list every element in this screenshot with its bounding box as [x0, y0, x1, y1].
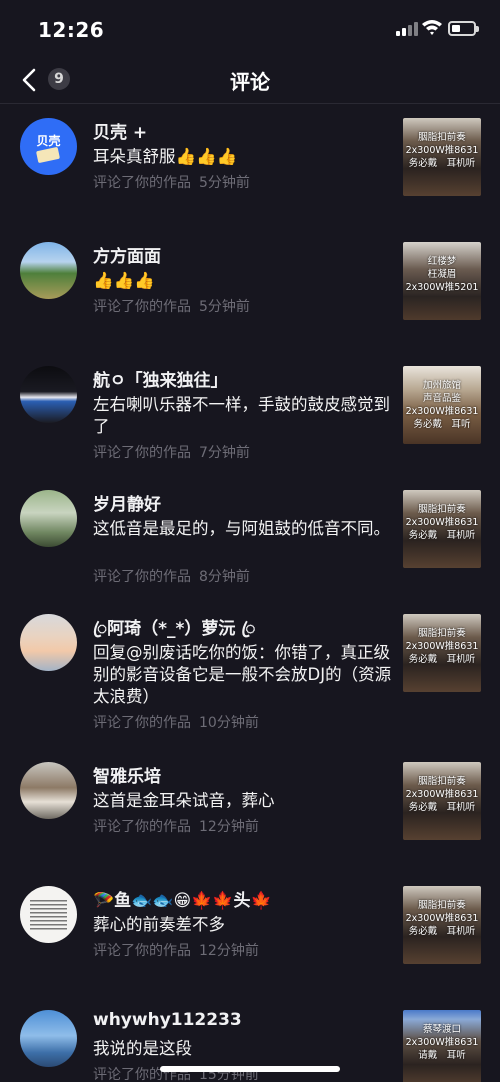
- comments-screen: 12:26 9 评论 贝壳 贝壳 + 耳朵真舒服👍👍👍 评论了你的作品 5分钟前…: [0, 0, 500, 1082]
- status-time: 12:26: [38, 18, 105, 42]
- comment-username[interactable]: 航ㅇ「独来独往」: [93, 366, 393, 391]
- comment-action: 评论了你的作品: [93, 943, 191, 959]
- header-bar: 9 评论: [0, 58, 500, 104]
- thumbnail-caption: 加州旅馆: [422, 380, 461, 391]
- battery-icon: [448, 21, 479, 36]
- thumbnail-caption: 务必戴 耳机听: [408, 926, 476, 937]
- page-title: 评论: [230, 70, 270, 94]
- comment-item[interactable]: 🪂鱼🐟🐟😁🍁🍁头🍁 葬心的前奏差不多 评论了你的作品 12分钟前 胭脂扣前奏 2x…: [0, 880, 500, 1004]
- video-thumbnail[interactable]: 胭脂扣前奏 2x300W推8631 务必戴 耳机听: [403, 118, 481, 196]
- avatar[interactable]: [20, 762, 77, 819]
- comment-text: 回复@别废话吃你的饭：你错了，真正级别的影音设备它是一般不会放DJ的（资源太浪费…: [93, 643, 392, 706]
- comment-time: 10分钟前: [199, 715, 259, 731]
- thumbnail-caption: 胭脂扣前奏: [418, 776, 466, 787]
- thumbnail-caption: 胭脂扣前奏: [418, 132, 466, 143]
- video-thumbnail[interactable]: 胭脂扣前奏 2x300W推8631 务必戴 耳机听: [403, 762, 481, 840]
- comment-username[interactable]: 贝壳 +: [93, 118, 393, 143]
- comment-time: 5分钟前: [199, 299, 250, 315]
- video-thumbnail[interactable]: 胭脂扣前奏 2x300W推8631 务必戴 耳机听: [403, 886, 481, 964]
- comment-time: 12分钟前: [199, 819, 259, 835]
- thumbnail-caption: 务必戴 耳机听: [408, 158, 476, 169]
- comment-meta: 评论了你的作品 5分钟前: [93, 296, 250, 316]
- avatar[interactable]: [20, 1010, 77, 1067]
- thumbnail-caption: 2x300W推8631: [405, 789, 479, 800]
- cellular-signal-icon: [396, 22, 418, 36]
- comment-time: 12分钟前: [199, 943, 259, 959]
- thumbnail-caption: 胭脂扣前奏: [418, 504, 466, 515]
- thumbnail-caption: 2x300W推8631: [405, 913, 479, 924]
- comment-username[interactable]: whywhy112233: [93, 1010, 393, 1030]
- status-bar: 12:26: [0, 0, 500, 60]
- video-thumbnail[interactable]: 加州旅馆 声音品鉴 2x300W推8631 务必戴 耳听: [403, 366, 481, 444]
- avatar[interactable]: [20, 366, 77, 423]
- video-thumbnail[interactable]: 胭脂扣前奏 2x300W推8631 务必戴 耳机听: [403, 614, 481, 692]
- avatar[interactable]: [20, 490, 77, 547]
- wifi-icon: [422, 20, 442, 35]
- comment-item[interactable]: 航ㅇ「独来独往」 左右喇叭乐器不一样，手鼓的鼓皮感觉到了 评论了你的作品 7分钟前…: [0, 360, 500, 484]
- thumbnail-caption: 枉凝眉: [427, 269, 457, 280]
- comment-text: 这低音是最足的，与阿姐鼓的低音不同。: [93, 519, 390, 538]
- thumbnail-caption: 胭脂扣前奏: [418, 900, 466, 911]
- comment-item[interactable]: 方方面面 👍👍👍 评论了你的作品 5分钟前 红楼梦 枉凝眉 2x300W推5201: [0, 236, 500, 360]
- comment-text: 左右喇叭乐器不一样，手鼓的鼓皮感觉到了: [93, 395, 390, 436]
- thumbnail-caption: 声音品鉴: [422, 393, 461, 404]
- comment-time: 8分钟前: [199, 569, 250, 585]
- comment-item[interactable]: 贝壳 贝壳 + 耳朵真舒服👍👍👍 评论了你的作品 5分钟前 胭脂扣前奏 2x300…: [0, 112, 500, 236]
- thumbnail-caption: 2x300W推8631: [405, 517, 479, 528]
- thumbnail-caption: 2x300W推8631: [405, 1037, 479, 1048]
- comment-username[interactable]: 智雅乐培: [93, 762, 393, 787]
- comments-list: 贝壳 贝壳 + 耳朵真舒服👍👍👍 评论了你的作品 5分钟前 胭脂扣前奏 2x300…: [0, 112, 500, 1082]
- video-thumbnail[interactable]: 胭脂扣前奏 2x300W推8631 务必戴 耳机听: [403, 490, 481, 568]
- comment-meta: 评论了你的作品 12分钟前: [93, 816, 259, 836]
- comment-action: 评论了你的作品: [93, 299, 191, 315]
- thumbnail-caption: 请戴 耳听: [418, 1050, 466, 1061]
- comment-text: 耳朵真舒服👍👍👍: [93, 147, 238, 166]
- comment-action: 评论了你的作品: [93, 175, 191, 191]
- video-thumbnail[interactable]: 蔡琴渡口 2x300W推8631 请戴 耳听: [403, 1010, 481, 1082]
- thumbnail-caption: 务必戴 耳机听: [408, 530, 476, 541]
- comment-time: 7分钟前: [199, 445, 250, 461]
- comment-meta: 评论了你的作品 10分钟前: [93, 712, 259, 732]
- comment-meta: 评论了你的作品 7分钟前: [93, 442, 250, 462]
- comment-username[interactable]: 方方面面: [93, 242, 393, 267]
- avatar[interactable]: [20, 614, 77, 671]
- comment-text: 👍👍👍: [93, 271, 155, 290]
- thumbnail-caption: 红楼梦: [427, 256, 457, 267]
- comment-text: 这首是金耳朵试音，葬心: [93, 791, 275, 810]
- thumbnail-caption: 务必戴 耳听: [413, 419, 471, 430]
- avatar[interactable]: [20, 886, 77, 943]
- text-lines-icon: [30, 900, 67, 930]
- thumbnail-caption: 2x300W推8631: [405, 406, 479, 417]
- thumbnail-caption: 务必戴 耳机听: [408, 802, 476, 813]
- comment-action: 评论了你的作品: [93, 715, 191, 731]
- comment-time: 5分钟前: [199, 175, 250, 191]
- video-thumbnail[interactable]: 红楼梦 枉凝眉 2x300W推5201: [403, 242, 481, 320]
- thumbnail-caption: 2x300W推8631: [405, 641, 479, 652]
- avatar[interactable]: [20, 242, 77, 299]
- avatar[interactable]: 贝壳: [20, 118, 77, 175]
- comment-meta: 评论了你的作品 5分钟前: [93, 172, 250, 192]
- comment-item[interactable]: 岁月静好 这低音是最足的，与阿姐鼓的低音不同。 评论了你的作品 8分钟前 胭脂扣前…: [0, 484, 500, 608]
- comment-action: 评论了你的作品: [93, 569, 191, 585]
- comment-username[interactable]: 🪂鱼🐟🐟😁🍁🍁头🍁: [93, 886, 393, 911]
- comment-text: 葬心的前奏差不多: [93, 915, 225, 934]
- comment-item[interactable]: 智雅乐培 这首是金耳朵试音，葬心 评论了你的作品 12分钟前 胭脂扣前奏 2x30…: [0, 756, 500, 880]
- home-indicator[interactable]: [160, 1066, 340, 1072]
- comment-item[interactable]: ꦿ阿琦（*_*）萝沅 ꦿ 回复@别废话吃你的饭：你错了，真正级别的影音设备它是一…: [0, 608, 500, 756]
- comment-text: 我说的是这段: [93, 1039, 192, 1058]
- thumbnail-caption: 蔡琴渡口: [422, 1024, 461, 1035]
- comment-meta: 评论了你的作品 12分钟前: [93, 940, 259, 960]
- comment-meta: 评论了你的作品 8分钟前: [93, 566, 250, 586]
- thumbnail-caption: 胭脂扣前奏: [418, 628, 466, 639]
- comment-action: 评论了你的作品: [93, 819, 191, 835]
- thumbnail-caption: 务必戴 耳机听: [408, 654, 476, 665]
- thumbnail-caption: 2x300W推8631: [405, 145, 479, 156]
- avatar-label: 贝壳: [36, 134, 61, 148]
- thumbnail-caption: 2x300W推5201: [405, 282, 479, 293]
- comment-action: 评论了你的作品: [93, 445, 191, 461]
- comment-username[interactable]: 岁月静好: [93, 490, 393, 515]
- shell-logo-icon: [35, 146, 61, 164]
